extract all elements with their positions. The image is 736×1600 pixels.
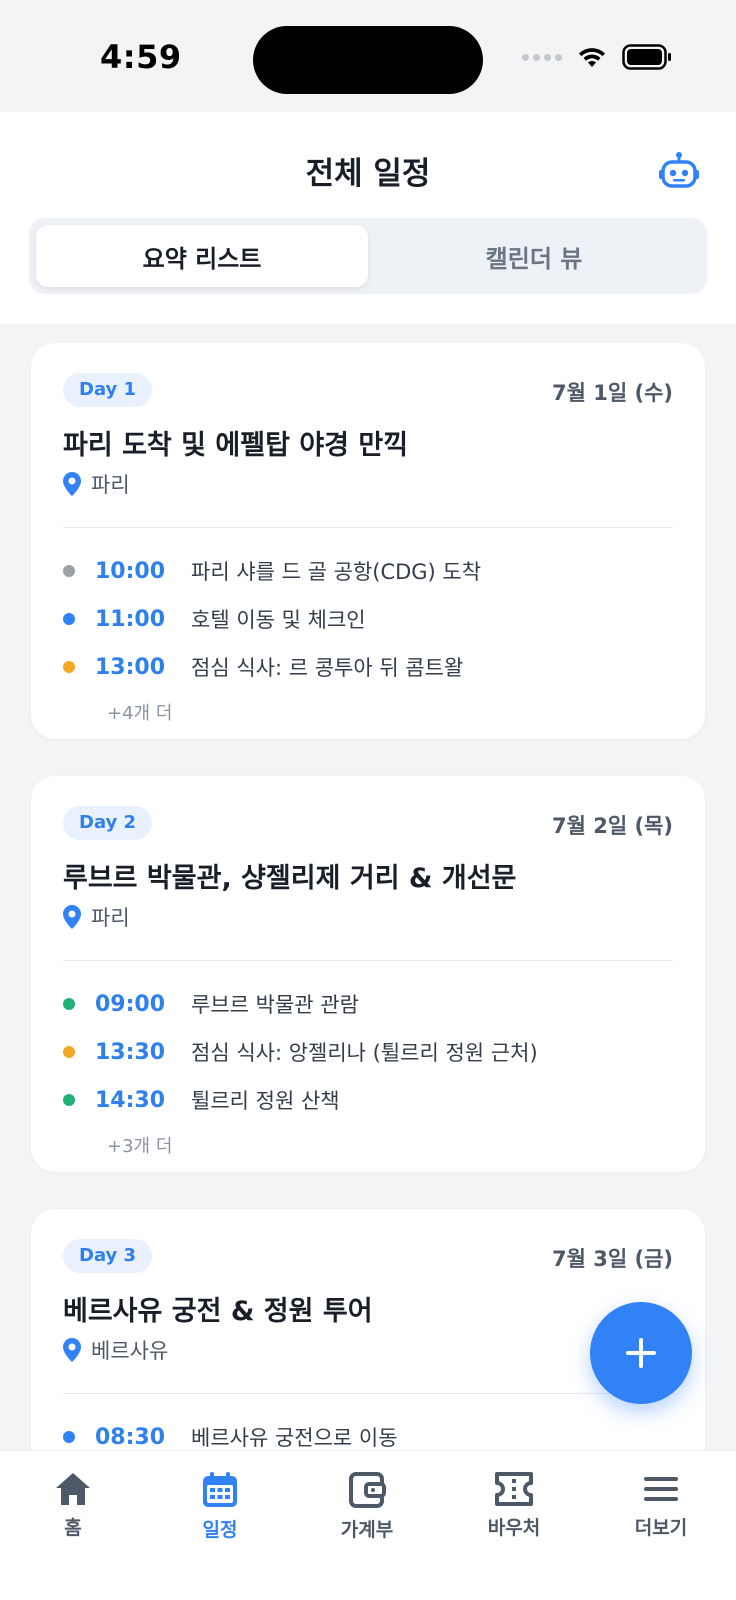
day-date: 7월 2일 (목): [551, 814, 673, 838]
ai-assistant-button[interactable]: [658, 150, 700, 192]
dynamic-island: [253, 26, 483, 94]
event-name: 호텔 이동 및 체크인: [191, 608, 366, 632]
location-pin-icon: [63, 905, 81, 929]
event-name: 점심 식사: 앙젤리나 (튈르리 정원 근처): [191, 1041, 538, 1065]
more-events-link[interactable]: +3개 더: [107, 1132, 673, 1158]
event-list: 08:30 베르사유 궁전으로 이동: [63, 1413, 673, 1450]
bottom-tab-bar: 홈 일정 가계부 바우처 더보기: [0, 1450, 736, 1600]
event-name: 파리 샤를 드 골 공항(CDG) 도착: [191, 560, 482, 584]
event-item[interactable]: 10:00 파리 샤를 드 골 공항(CDG) 도착: [63, 547, 673, 595]
event-time: 08:30: [95, 1424, 166, 1450]
event-time: 11:00: [95, 606, 166, 632]
event-time: 10:00: [95, 558, 166, 584]
tab-schedule[interactable]: 일정: [160, 1471, 280, 1542]
event-item[interactable]: 14:30 튈르리 정원 산책: [63, 1076, 673, 1124]
event-name: 점심 식사: 르 콩투아 뒤 콤트왈: [191, 656, 464, 680]
day-badge: Day 2: [63, 806, 153, 840]
event-item[interactable]: 13:30 점심 식사: 앙젤리나 (튈르리 정원 근처): [63, 1028, 673, 1076]
header: 전체 일정 요약 리스트 캘린더 뷰: [0, 112, 736, 324]
day-date: 7월 3일 (금): [551, 1247, 673, 1271]
status-time: 4:59: [100, 38, 182, 76]
more-events-link[interactable]: +4개 더: [107, 699, 673, 725]
status-icons: [522, 44, 672, 70]
location-label: 파리: [91, 473, 130, 497]
tab-label: 가계부: [340, 1519, 394, 1541]
day-location: 파리: [63, 469, 130, 499]
event-time: 14:30: [95, 1087, 166, 1113]
event-name: 베르사유 궁전으로 이동: [191, 1426, 398, 1450]
location-pin-icon: [63, 472, 81, 496]
event-item[interactable]: 08:30 베르사유 궁전으로 이동: [63, 1413, 673, 1450]
event-time: 09:00: [95, 991, 166, 1017]
view-segmented-control: 요약 리스트 캘린더 뷰: [29, 218, 707, 294]
signal-icon: [522, 53, 562, 61]
battery-icon: [622, 44, 671, 70]
event-list: 10:00 파리 샤를 드 골 공항(CDG) 도착 11:00 호텔 이동 및…: [63, 547, 673, 725]
day-card-1[interactable]: Day 1 7월 1일 (수) 파리 도착 및 에펠탑 야경 만끽 파리 10:…: [31, 343, 705, 739]
tab-home[interactable]: 홈: [13, 1471, 133, 1540]
category-dot: [63, 1094, 75, 1106]
event-list: 09:00 루브르 박물관 관람 13:30 점심 식사: 앙젤리나 (튈르리 …: [63, 980, 673, 1158]
day-badge: Day 1: [63, 373, 153, 407]
event-item[interactable]: 09:00 루브르 박물관 관람: [63, 980, 673, 1028]
calendar-icon: [203, 1472, 237, 1507]
day-location: 베르사유: [63, 1335, 168, 1365]
home-icon: [56, 1473, 90, 1505]
menu-icon: [644, 1477, 678, 1501]
location-label: 베르사유: [91, 1339, 169, 1363]
location-label: 파리: [91, 906, 130, 930]
category-dot: [63, 998, 75, 1010]
category-dot: [63, 1046, 75, 1058]
day-location: 파리: [63, 902, 130, 932]
ticket-icon: [495, 1472, 533, 1506]
tab-more[interactable]: 더보기: [601, 1471, 721, 1540]
day-title: 베르사유 궁전 & 정원 투어: [63, 1296, 373, 1327]
event-name: 루브르 박물관 관람: [191, 993, 359, 1017]
divider: [63, 527, 673, 528]
robot-icon: [659, 152, 699, 188]
category-dot: [63, 565, 75, 577]
category-dot: [63, 1431, 75, 1443]
tab-label: 바우처: [487, 1517, 541, 1539]
wallet-icon: [349, 1472, 386, 1508]
status-bar: 4:59: [0, 0, 736, 112]
day-date: 7월 1일 (수): [551, 381, 673, 405]
tab-voucher[interactable]: 바우처: [454, 1471, 574, 1540]
plus-icon: [626, 1338, 656, 1368]
segment-calendar-view[interactable]: 캘린더 뷰: [368, 225, 700, 287]
event-item[interactable]: 11:00 호텔 이동 및 체크인: [63, 595, 673, 643]
tab-ledger[interactable]: 가계부: [307, 1471, 427, 1542]
divider: [63, 960, 673, 961]
event-name: 튈르리 정원 산책: [191, 1089, 340, 1113]
event-item[interactable]: 13:00 점심 식사: 르 콩투아 뒤 콤트왈: [63, 643, 673, 691]
tab-label: 홈: [64, 1517, 82, 1539]
wifi-icon: [579, 48, 605, 67]
segment-summary-list[interactable]: 요약 리스트: [36, 225, 368, 287]
add-schedule-button[interactable]: [590, 1302, 692, 1404]
category-dot: [63, 613, 75, 625]
day-title: 루브르 박물관, 샹젤리제 거리 & 개선문: [63, 863, 517, 894]
tab-label: 더보기: [634, 1517, 688, 1539]
page-title: 전체 일정: [305, 156, 431, 192]
location-pin-icon: [63, 1338, 81, 1362]
event-time: 13:00: [95, 654, 166, 680]
day-card-2[interactable]: Day 2 7월 2일 (목) 루브르 박물관, 샹젤리제 거리 & 개선문 파…: [31, 776, 705, 1172]
tab-label: 일정: [202, 1519, 238, 1541]
day-badge: Day 3: [63, 1239, 153, 1273]
day-title: 파리 도착 및 에펠탑 야경 만끽: [63, 430, 409, 461]
schedule-list[interactable]: Day 1 7월 1일 (수) 파리 도착 및 에펠탑 야경 만끽 파리 10:…: [0, 324, 736, 1450]
category-dot: [63, 661, 75, 673]
divider: [63, 1393, 673, 1394]
event-time: 13:30: [95, 1039, 166, 1065]
